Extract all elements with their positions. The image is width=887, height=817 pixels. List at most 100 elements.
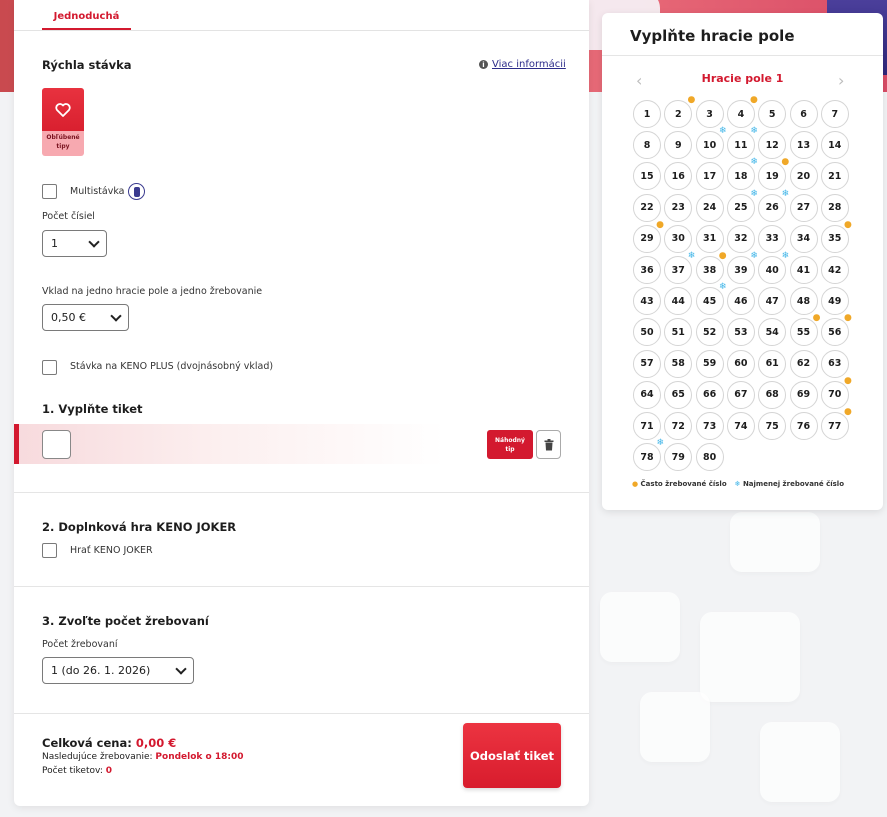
number-21-button[interactable]: 21 <box>820 162 849 191</box>
number-2-button[interactable]: 2 ● <box>664 96 695 128</box>
keno-plus-checkbox[interactable] <box>42 360 57 375</box>
number-40-button[interactable]: 40 ❄ <box>758 252 789 284</box>
number-28-button[interactable]: 28 <box>820 193 849 222</box>
number-47-button[interactable]: 47 <box>758 287 787 316</box>
number-30-button[interactable]: 30 <box>664 224 693 253</box>
number-54-button[interactable]: 54 <box>758 318 787 347</box>
number-51-button[interactable]: 51 <box>664 318 693 347</box>
number-8-button[interactable]: 8 <box>633 131 661 160</box>
number-14-button[interactable]: 14 <box>820 131 849 160</box>
number-79-button[interactable]: 79 <box>664 443 693 472</box>
more-info-link[interactable]: i Viac informácii <box>479 59 566 70</box>
number-38-button[interactable]: 38 ● <box>695 252 727 284</box>
favourite-label-line2: tipy <box>56 143 70 150</box>
number-31-button[interactable]: 31 <box>695 224 724 253</box>
number-59-button[interactable]: 59 <box>695 349 724 378</box>
ticket-number-box[interactable] <box>42 430 71 459</box>
number-64-button[interactable]: 64 <box>633 380 661 409</box>
number-71-button[interactable]: 71 <box>633 412 661 440</box>
number-12-button[interactable]: 12 <box>758 131 787 160</box>
number-5-button[interactable]: 5 <box>758 100 787 128</box>
number-75-button[interactable]: 75 <box>758 412 787 440</box>
number-45-button[interactable]: 45 ❄ <box>695 283 727 316</box>
number-65-button[interactable]: 65 <box>664 380 693 409</box>
number-34-button[interactable]: 34 <box>789 224 818 253</box>
number-76-button[interactable]: 76 <box>789 412 818 440</box>
number-22-button[interactable]: 22 <box>633 193 661 222</box>
number-label: 18 <box>734 170 748 182</box>
keno-joker-checkbox[interactable] <box>42 543 57 558</box>
number-39-button[interactable]: 39 ❄ <box>726 252 758 284</box>
number-60-button[interactable]: 60 <box>726 349 755 378</box>
number-69-button[interactable]: 69 <box>789 380 818 409</box>
multibet-checkbox[interactable] <box>42 184 57 199</box>
number-66-button[interactable]: 66 <box>695 380 724 409</box>
number-3-button[interactable]: 3 <box>695 100 724 128</box>
number-46-button[interactable]: 46 <box>726 287 755 316</box>
number-78-button[interactable]: 78 ❄ <box>633 439 664 472</box>
number-70-button[interactable]: 70 ● <box>820 376 852 409</box>
info-icon: i <box>479 60 488 69</box>
number-43-button[interactable]: 43 <box>633 287 661 316</box>
number-53-button[interactable]: 53 <box>726 318 755 347</box>
favourite-tips-button[interactable]: Obľúbené tipy <box>42 88 84 156</box>
number-41-button[interactable]: 41 <box>789 256 818 284</box>
number-42-button[interactable]: 42 <box>820 256 849 284</box>
number-52-button[interactable]: 52 <box>695 318 724 347</box>
number-27-button[interactable]: 27 <box>789 193 818 222</box>
number-16-button[interactable]: 16 <box>664 162 693 191</box>
number-35-button[interactable]: 35 ● <box>820 220 852 253</box>
number-9-button[interactable]: 9 <box>664 131 693 160</box>
number-29-button[interactable]: 29 ● <box>633 220 664 253</box>
number-18-button[interactable]: 18 ❄ <box>726 158 758 191</box>
number-68-button[interactable]: 68 <box>758 380 787 409</box>
number-63-button[interactable]: 63 <box>820 349 849 378</box>
number-33-button[interactable]: 33 <box>758 224 787 253</box>
random-tip-button[interactable]: Náhodný tip <box>487 430 533 459</box>
number-25-button[interactable]: 25 ❄ <box>726 189 758 222</box>
number-62-button[interactable]: 62 <box>789 349 818 378</box>
numbers-count-select[interactable]: 1 <box>42 230 107 257</box>
draws-count-select[interactable]: 1 (do 26. 1. 2026) <box>42 657 194 684</box>
tab-simple[interactable]: Jednoduchá <box>42 0 131 30</box>
cold-number-icon: ❄ <box>719 282 727 293</box>
number-44-button[interactable]: 44 <box>664 287 693 316</box>
number-1-button[interactable]: 1 <box>633 100 661 128</box>
number-4-button[interactable]: 4 ● <box>726 96 758 128</box>
number-15-button[interactable]: 15 <box>633 162 661 191</box>
number-77-button[interactable]: 77 ● <box>820 408 852 440</box>
number-19-button[interactable]: 19 ● <box>758 158 789 191</box>
number-72-button[interactable]: 72 <box>664 412 693 440</box>
number-50-button[interactable]: 50 <box>633 318 661 347</box>
number-74-button[interactable]: 74 <box>726 412 755 440</box>
number-57-button[interactable]: 57 <box>633 349 661 378</box>
number-55-button[interactable]: 55 ● <box>789 314 821 347</box>
number-26-button[interactable]: 26 ❄ <box>758 189 789 222</box>
number-37-button[interactable]: 37 ❄ <box>664 252 695 284</box>
number-36-button[interactable]: 36 <box>633 256 661 284</box>
number-label: 26 <box>765 202 779 214</box>
number-6-button[interactable]: 6 <box>789 100 818 128</box>
next-board-chevron-icon[interactable]: › <box>838 71 844 90</box>
stake-select[interactable]: 0,50 € <box>42 304 129 331</box>
number-7-button[interactable]: 7 <box>820 100 849 128</box>
number-56-button[interactable]: 56 ● <box>820 314 852 347</box>
number-61-button[interactable]: 61 <box>758 349 787 378</box>
number-80-button[interactable]: 80 <box>695 443 724 472</box>
number-10-button[interactable]: 10 ❄ <box>695 127 727 160</box>
number-48-button[interactable]: 48 <box>789 287 818 316</box>
number-13-button[interactable]: 13 <box>789 131 818 160</box>
number-73-button[interactable]: 73 <box>695 412 724 440</box>
number-label: 19 <box>765 170 779 182</box>
delete-ticket-button[interactable] <box>536 430 561 459</box>
submit-ticket-button[interactable]: Odoslať tiket <box>463 723 561 788</box>
number-24-button[interactable]: 24 <box>695 193 724 222</box>
number-20-button[interactable]: 20 <box>789 162 818 191</box>
number-11-button[interactable]: 11 ❄ <box>726 127 758 160</box>
number-17-button[interactable]: 17 <box>695 162 724 191</box>
number-23-button[interactable]: 23 <box>664 193 693 222</box>
number-32-button[interactable]: 32 <box>726 224 755 253</box>
number-58-button[interactable]: 58 <box>664 349 693 378</box>
number-67-button[interactable]: 67 <box>726 380 755 409</box>
number-49-button[interactable]: 49 <box>820 287 849 316</box>
